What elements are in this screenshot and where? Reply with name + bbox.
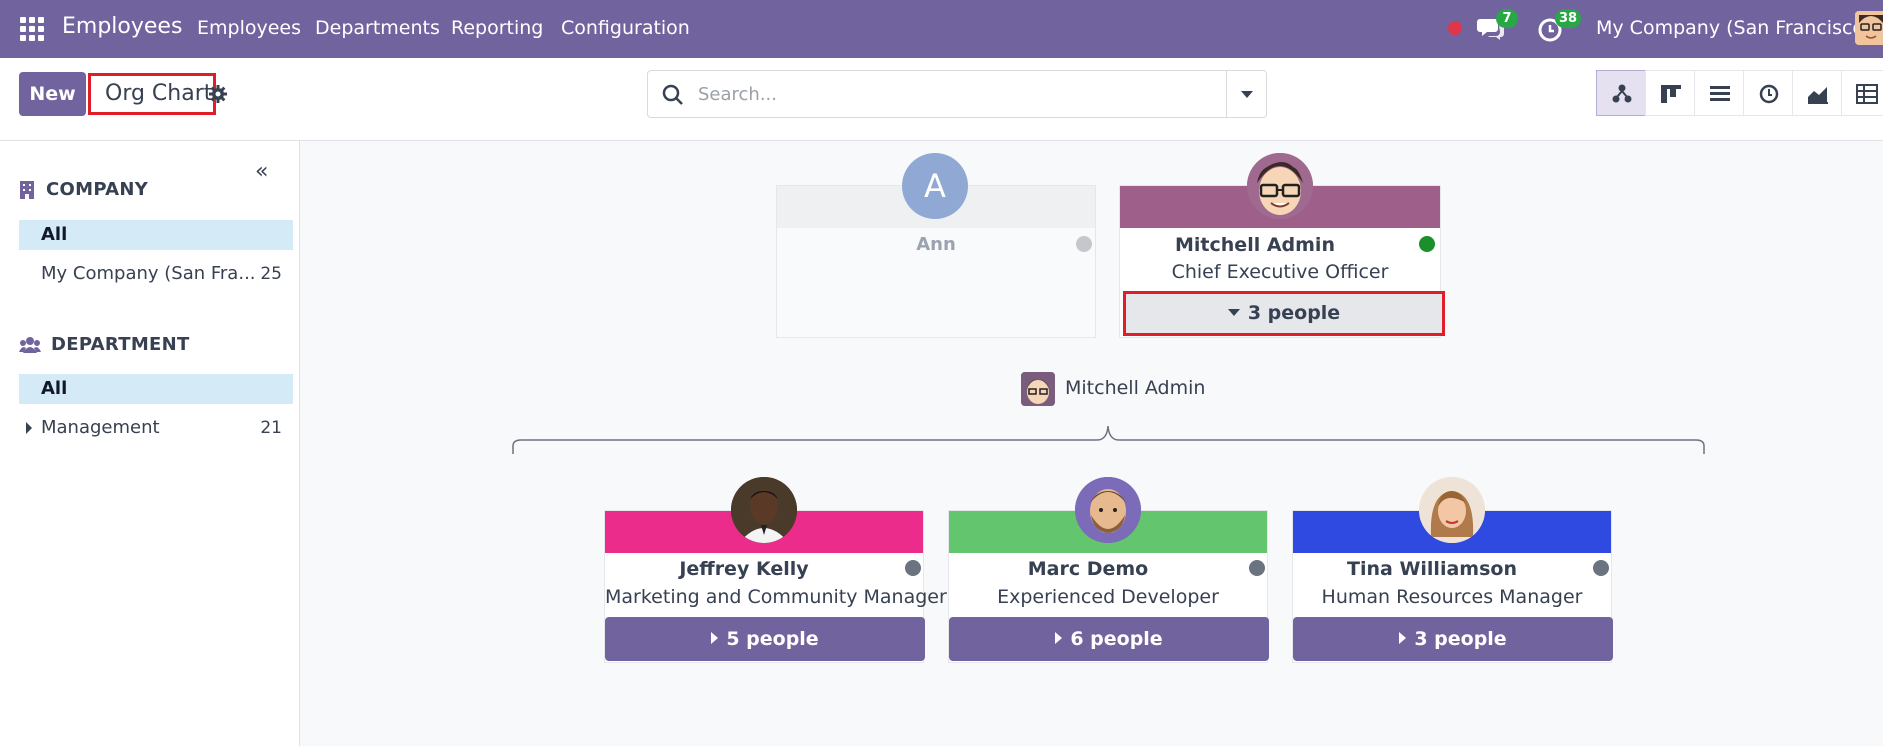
hierarchy-icon — [1612, 84, 1632, 103]
employee-name: Jeffrey Kelly — [679, 558, 809, 580]
caret-down-icon — [1227, 309, 1240, 316]
people-count: 3 people — [1414, 628, 1507, 650]
manager-avatar — [1021, 372, 1055, 406]
department-filter-label: Management — [41, 417, 160, 438]
people-count: 3 people — [1247, 302, 1341, 324]
activities-button[interactable]: 38 — [1536, 9, 1582, 45]
status-dot — [1593, 560, 1609, 576]
company-switcher[interactable]: My Company (San Francisco) — [1596, 17, 1871, 39]
search-options-toggle[interactable] — [1226, 71, 1266, 117]
department-filter-count: 21 — [260, 418, 282, 438]
org-chart-view-button[interactable] — [1596, 70, 1646, 116]
employee-job-title: Human Resources Manager — [1321, 586, 1583, 608]
company-heading-label: COMPANY — [46, 179, 149, 200]
app-name[interactable]: Employees — [62, 14, 182, 39]
avatar-initial-ann: A — [902, 153, 968, 219]
graph-view-button[interactable] — [1792, 70, 1842, 116]
employee-job-title: Chief Executive Officer — [1171, 261, 1389, 283]
menu-reporting[interactable]: Reporting — [451, 17, 543, 39]
messages-badge: 7 — [1496, 9, 1518, 28]
status-dot — [1076, 236, 1092, 252]
avatar-tina-williamson — [1419, 477, 1485, 543]
employee-name: Tina Williamson — [1347, 558, 1517, 580]
menu-departments[interactable]: Departments — [315, 17, 440, 39]
caret-right-icon — [1055, 632, 1063, 644]
department-heading: DEPARTMENT — [19, 334, 190, 355]
breadcrumb-title: Org Chart — [88, 73, 216, 115]
employee-job-title: Marketing and Community Manager — [605, 586, 947, 608]
company-heading: COMPANY — [19, 179, 148, 200]
expand-team-button[interactable]: 5 people — [605, 617, 925, 661]
users-icon — [19, 337, 41, 353]
menu-configuration[interactable]: Configuration — [561, 17, 690, 39]
employee-job-title: Experienced Developer — [997, 586, 1219, 608]
employee-name: Ann — [916, 234, 956, 255]
department-heading-label: DEPARTMENT — [51, 334, 190, 355]
clock-icon — [1759, 84, 1779, 104]
avatar-jeffrey-kelly — [731, 477, 797, 543]
company-filter-label: My Company (San Fra... — [41, 263, 256, 284]
status-dot — [1249, 560, 1265, 576]
search-panel: « COMPANY All My Company (San Fra... 25 … — [0, 141, 300, 746]
list-view-button[interactable] — [1694, 70, 1744, 116]
caret-right-icon[interactable] — [26, 422, 32, 434]
gear-icon[interactable] — [208, 84, 228, 104]
search-bar — [647, 70, 1267, 118]
view-switcher — [1596, 70, 1883, 118]
table-icon — [1856, 84, 1878, 104]
search-input[interactable] — [698, 79, 1218, 109]
hierarchy-connector — [512, 425, 1705, 454]
company-filter-item[interactable]: My Company (San Fra... 25 — [19, 259, 293, 289]
people-count: 6 people — [1070, 628, 1163, 650]
apps-menu-icon[interactable] — [20, 17, 45, 41]
area-chart-icon — [1808, 87, 1828, 104]
search-icon — [662, 84, 683, 105]
activities-badge: 38 — [1555, 9, 1582, 28]
company-filter-count: 25 — [260, 264, 282, 284]
messages-button[interactable]: 7 — [1477, 9, 1518, 45]
caret-right-icon — [1399, 632, 1407, 644]
status-dot — [1419, 236, 1435, 252]
caret-right-icon — [711, 632, 719, 644]
kanban-view-button[interactable] — [1645, 70, 1695, 116]
expand-team-button[interactable]: 3 people — [1293, 617, 1613, 661]
manager-name[interactable]: Mitchell Admin — [1065, 377, 1205, 399]
department-filter-management[interactable]: Management 21 — [19, 413, 293, 443]
department-filter-all[interactable]: All — [19, 374, 293, 404]
collapse-panel-icon[interactable]: « — [255, 159, 268, 184]
recording-indicator-icon[interactable] — [1448, 21, 1462, 35]
control-panel: New Org Chart — [0, 58, 1883, 141]
building-icon — [20, 181, 34, 199]
avatar-mitchell-admin — [1247, 153, 1313, 219]
kanban-icon — [1661, 85, 1681, 103]
ceo-people-toggle[interactable]: 3 people — [1123, 291, 1445, 336]
user-avatar[interactable] — [1855, 11, 1883, 45]
employee-name: Mitchell Admin — [1175, 234, 1335, 256]
new-button[interactable]: New — [19, 72, 86, 116]
pivot-view-button[interactable] — [1841, 70, 1883, 116]
status-dot — [905, 560, 921, 576]
activity-view-button[interactable] — [1743, 70, 1793, 116]
menu-employees[interactable]: Employees — [197, 17, 301, 39]
people-count: 5 people — [726, 628, 819, 650]
company-filter-all[interactable]: All — [19, 220, 293, 250]
avatar-marc-demo — [1075, 477, 1141, 543]
top-navbar: Employees Employees Departments Reportin… — [0, 0, 1883, 58]
expand-team-button[interactable]: 6 people — [949, 617, 1269, 661]
employee-name: Marc Demo — [1027, 558, 1149, 580]
list-icon — [1710, 86, 1730, 101]
